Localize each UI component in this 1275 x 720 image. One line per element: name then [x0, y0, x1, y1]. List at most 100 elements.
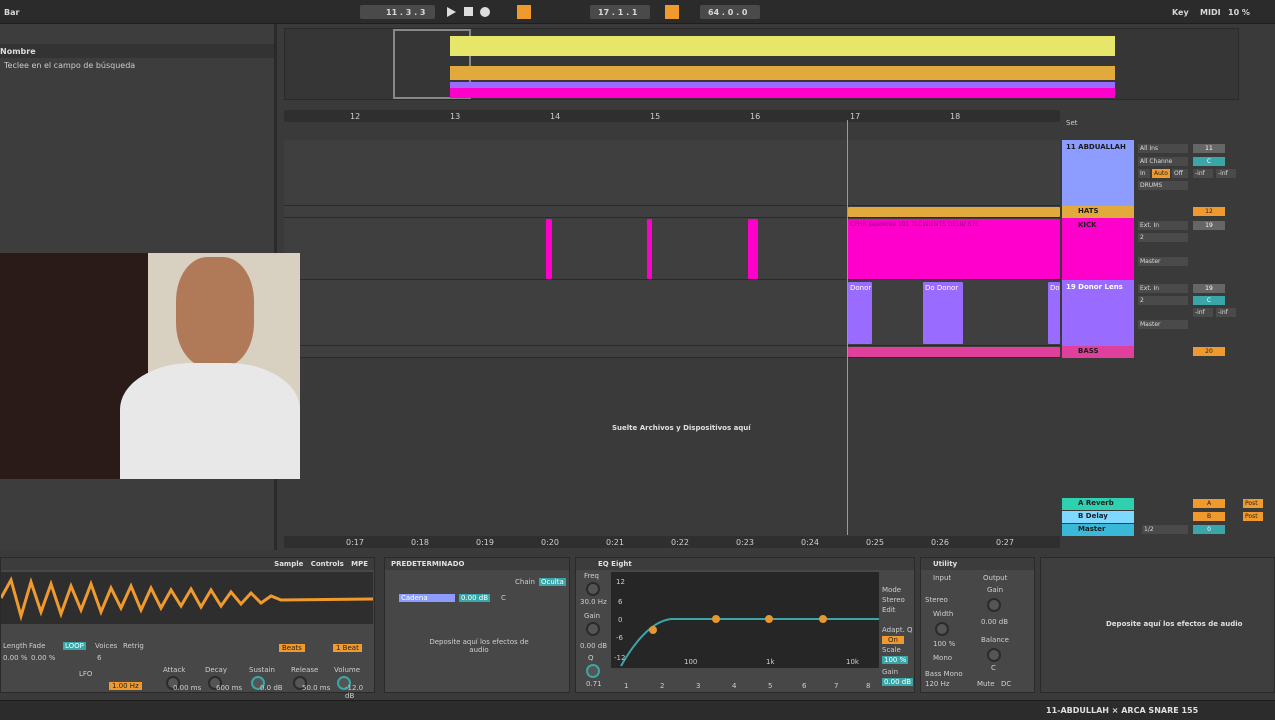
mono-toggle[interactable]: Mono [933, 654, 952, 662]
toolbar-left-label[interactable]: Bar [4, 8, 19, 17]
donor-output-select[interactable]: Master [1138, 320, 1188, 329]
chain-name[interactable]: Cadena [399, 594, 455, 602]
balance-knob[interactable] [987, 648, 1001, 662]
tab-controls[interactable]: Controls [311, 560, 344, 568]
automation-arm-icon[interactable] [517, 5, 531, 19]
output-select[interactable]: DRUMS [1138, 181, 1188, 190]
rack-drop-area[interactable]: Deposite aquí los efectos de audio [429, 638, 529, 654]
eq-output-gain[interactable]: 0.00 dB [882, 678, 914, 686]
track-lane-abduallah[interactable] [284, 140, 1060, 206]
kick-clip[interactable] [748, 219, 758, 279]
return-header-a[interactable]: A Reverb [1062, 498, 1134, 510]
track-header-bass[interactable]: BASS [1062, 346, 1134, 358]
channel-mode-select[interactable]: Stereo [925, 596, 948, 604]
donor-clip[interactable]: Do Donor [923, 282, 963, 344]
input-type-select[interactable]: All Ins [1138, 144, 1188, 153]
beat-select[interactable]: 1 Beat [333, 644, 362, 652]
loop-button[interactable]: LOOP [63, 642, 86, 650]
master-cue-select[interactable]: 1/2 [1142, 525, 1188, 534]
kick-input-select[interactable]: Ext. In [1138, 221, 1188, 230]
monitor-auto[interactable]: Auto [1152, 169, 1170, 178]
send-b[interactable]: -inf [1216, 169, 1236, 178]
lfo-toggle[interactable]: LFO [79, 670, 92, 678]
tab-mpe[interactable]: MPE [351, 560, 368, 568]
track-header-hats[interactable]: HATS [1062, 206, 1134, 218]
track-header-kick[interactable]: KICK [1062, 218, 1134, 280]
master-volume[interactable]: 0 [1193, 525, 1225, 534]
eq-scale[interactable]: 100 % [882, 656, 909, 664]
bass-clip[interactable] [848, 347, 1060, 357]
set-label[interactable]: Set [1066, 119, 1078, 127]
beat-time-ruler[interactable]: 12 13 14 15 16 17 18 [284, 110, 1060, 122]
sample-waveform[interactable] [1, 572, 373, 624]
rack-title[interactable]: PREDETERMINADO [385, 558, 569, 570]
return-b-post[interactable]: Post [1243, 512, 1263, 521]
track-header-donor[interactable]: 19 Donor Lens [1062, 280, 1134, 346]
eq-display[interactable] [611, 572, 879, 668]
midi-map-button[interactable]: MIDI [1200, 8, 1221, 17]
kick-clip[interactable] [647, 219, 652, 279]
donor-send-a[interactable]: -inf [1193, 308, 1213, 317]
chain-pan[interactable]: C [501, 594, 506, 602]
kick-clip-main[interactable]: CPHR Kesoeraa 101 TLCWIENTS DELIU STE [848, 219, 1060, 279]
freq-knob[interactable] [586, 582, 600, 596]
drop-area[interactable]: Suelte Archivos y Dispositivos aquí [284, 358, 1060, 498]
mute-button[interactable]: Mute [977, 680, 995, 688]
band-2[interactable]: 2 [660, 682, 664, 690]
band-5[interactable]: 5 [768, 682, 772, 690]
band-8[interactable]: 8 [866, 682, 870, 690]
utility-title[interactable]: Utility [921, 558, 1034, 570]
donor-pan[interactable]: C [1193, 296, 1225, 305]
effects-drop-area[interactable]: Deposite aquí los efectos de audio [1040, 557, 1275, 693]
kick-clip[interactable] [546, 219, 552, 279]
q-knob[interactable] [586, 664, 600, 678]
return-b-button[interactable]: B [1193, 512, 1225, 521]
return-header-b[interactable]: B Delay [1062, 511, 1134, 523]
dc-button[interactable]: DC [1001, 680, 1011, 688]
eq-mode-select[interactable]: Stereo [882, 596, 905, 604]
return-a-post[interactable]: Post [1243, 499, 1263, 508]
play-icon[interactable] [447, 7, 456, 17]
send-a[interactable]: -inf [1193, 169, 1213, 178]
kick-output-select[interactable]: Master [1138, 257, 1188, 266]
browser-column-header[interactable]: Nombre [0, 44, 274, 58]
track-pan[interactable]: C [1193, 157, 1225, 166]
donor-input-select[interactable]: Ext. In [1138, 284, 1188, 293]
band-3[interactable]: 3 [696, 682, 700, 690]
kick-volume[interactable]: 19 [1193, 221, 1225, 230]
track-header-abduallah[interactable]: 11 ABDUALLAH [1062, 140, 1134, 206]
input-channel-select[interactable]: All Channe [1138, 157, 1188, 166]
band-4[interactable]: 4 [732, 682, 736, 690]
loop-icon[interactable] [665, 5, 679, 19]
hide-chains-button[interactable]: Oculta [539, 578, 566, 586]
donor-clip[interactable]: Do [1048, 282, 1060, 344]
tab-sample[interactable]: Sample [274, 560, 303, 568]
record-icon[interactable] [480, 7, 490, 17]
monitor-off[interactable]: Off [1172, 169, 1188, 178]
donor-volume[interactable]: 19 [1193, 284, 1225, 293]
eq-edit[interactable]: Edit [882, 606, 896, 614]
track-volume[interactable]: 11 [1193, 144, 1225, 153]
utility-gain-knob[interactable] [987, 598, 1001, 612]
return-a-button[interactable]: A [1193, 499, 1225, 508]
donor-send-b[interactable]: -inf [1216, 308, 1236, 317]
loop-length[interactable]: 64 . 0 . 0 [700, 5, 760, 19]
lfo-rate[interactable]: 1.00 Hz [109, 682, 142, 690]
stop-icon[interactable] [464, 7, 473, 16]
eq-title[interactable]: EQ Eight [576, 558, 914, 570]
arrangement-position[interactable]: 11 . 3 . 3 [360, 5, 435, 19]
time-ruler[interactable]: 0:17 0:18 0:19 0:20 0:21 0:22 0:23 0:24 … [284, 536, 1060, 548]
monitor-in[interactable]: In [1138, 169, 1150, 178]
master-header[interactable]: Master [1062, 524, 1134, 536]
hats-volume[interactable]: 12 [1193, 207, 1225, 216]
band-1[interactable]: 1 [624, 682, 628, 690]
hats-clip[interactable] [848, 207, 1060, 217]
beats-select[interactable]: Beats [279, 644, 305, 652]
adaptive-q-toggle[interactable]: On [882, 636, 904, 644]
donor-channel-select[interactable]: 2 [1138, 296, 1188, 305]
key-map-button[interactable]: Key [1172, 8, 1189, 17]
bass-volume[interactable]: 20 [1193, 347, 1225, 356]
chain-volume[interactable]: 0.00 dB [459, 594, 491, 602]
width-knob[interactable] [935, 622, 949, 636]
gain-knob[interactable] [586, 622, 600, 636]
